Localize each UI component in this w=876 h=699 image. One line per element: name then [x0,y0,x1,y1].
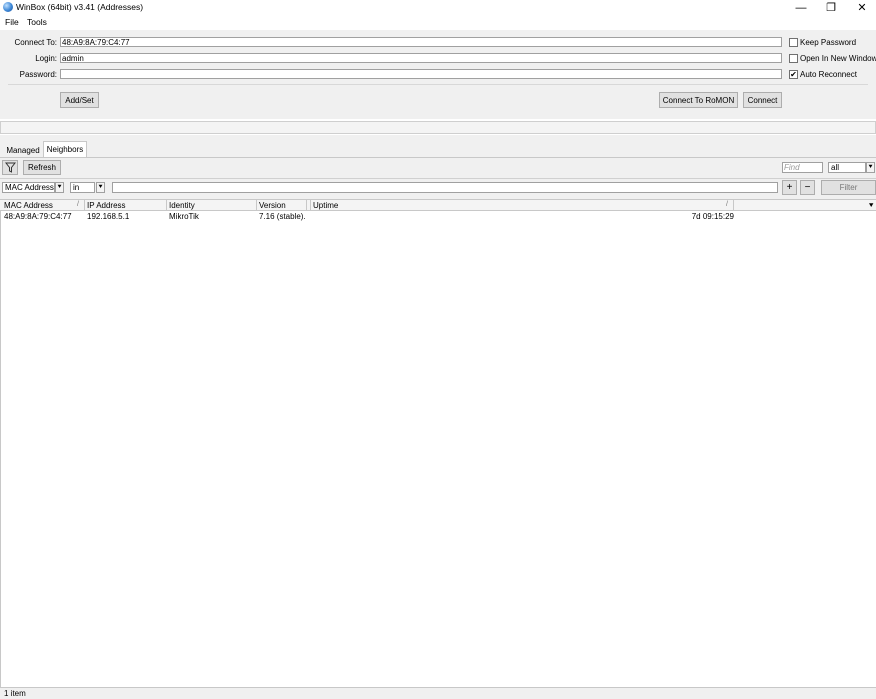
filter-field-dropdown-icon[interactable]: ⯆ [55,182,64,193]
item-count: 1 item [4,689,26,698]
neighbors-table [0,199,876,687]
menu-tools[interactable]: Tools [27,17,47,27]
progress-bar [0,121,876,134]
menu-file[interactable]: File [5,17,19,27]
cell-identity: MikroTik [169,212,199,221]
auto-reconnect-checkbox[interactable]: ✔ [789,70,798,79]
cell-ip-address: 192.168.5.1 [87,212,130,221]
filter-operator-select[interactable]: in [70,182,95,193]
column-identity[interactable]: Identity [167,200,257,211]
connect-button[interactable]: Connect [743,92,782,108]
connect-romon-button[interactable]: Connect To RoMON [659,92,738,108]
filter-field-select[interactable]: MAC Address [2,182,55,193]
connect-to-label: Connect To: [14,38,57,47]
filter-row-divider [0,178,876,179]
password-label: Password: [19,70,57,79]
column-version[interactable]: Version [257,200,307,211]
keep-password-label: Keep Password [800,38,857,47]
menu-bar [0,15,876,29]
refresh-button[interactable]: Refresh [23,160,61,175]
tab-managed[interactable]: Managed [4,143,42,157]
password-input[interactable] [60,69,782,79]
add-filter-button[interactable]: + [782,180,797,195]
find-scope-dropdown-icon[interactable]: ⯆ [866,162,875,173]
login-separator [8,84,868,85]
column-ip-address[interactable]: IP Address [85,200,167,211]
cell-version: 7.16 (stable)... [259,212,306,221]
cell-mac-address: 48:A9:8A:79:C4:77 [4,212,72,221]
column-mac-address[interactable]: MAC Address [2,200,85,211]
find-input[interactable]: Find [782,162,823,173]
window-title: WinBox (64bit) v3.41 (Addresses) [16,2,144,12]
filter-value-input[interactable] [112,182,778,193]
login-panel: Connect To: 48:A9:8A:79:C4:77 Login: adm… [0,30,876,119]
status-bar [0,687,876,699]
filter-button[interactable]: Filter [821,180,876,195]
open-new-window-label: Open In New Window [800,54,876,63]
filter-operator-dropdown-icon[interactable]: ⯆ [96,182,105,193]
uptime-sort-indicator-icon: / [726,201,728,208]
tab-neighbors[interactable]: Neighbors [43,141,87,157]
login-label: Login: [35,54,57,63]
add-set-button[interactable]: Add/Set [60,92,99,108]
columns-dropdown-icon[interactable]: ⯆ [868,201,874,211]
auto-reconnect-label: Auto Reconnect [800,70,857,79]
filter-icon[interactable] [2,160,18,175]
find-scope-select[interactable]: all [828,162,866,173]
login-input[interactable]: admin [60,53,782,63]
remove-filter-button[interactable]: − [800,180,815,195]
close-icon[interactable]: ✕ [847,0,876,15]
keep-password-checkbox[interactable] [789,38,798,47]
column-uptime[interactable]: Uptime [311,200,734,211]
connect-to-input[interactable]: 48:A9:8A:79:C4:77 [60,37,782,47]
title-bar: WinBox (64bit) v3.41 (Addresses) — ❐ ✕ [0,0,876,15]
minimize-icon[interactable]: — [786,0,816,15]
sort-indicator-icon: / [77,201,79,208]
restore-icon[interactable]: ❐ [816,0,846,15]
tab-divider [0,157,876,158]
winbox-app-icon [3,2,13,12]
open-new-window-checkbox[interactable] [789,54,798,63]
cell-uptime: 7d 09:15:29 [691,212,734,221]
